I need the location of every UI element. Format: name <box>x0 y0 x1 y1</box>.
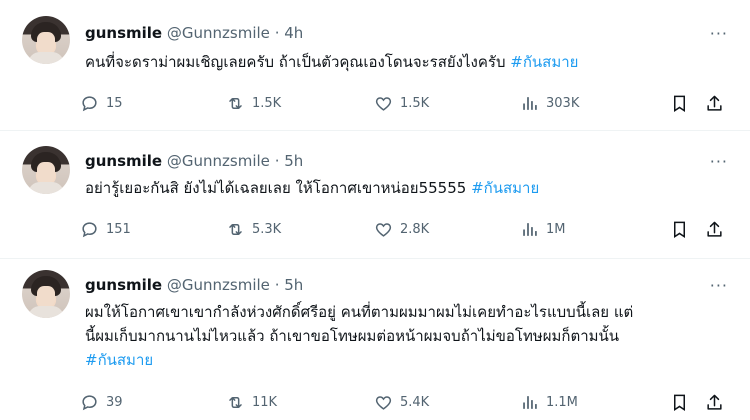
reply-count: 15 <box>106 95 123 111</box>
views-button[interactable]: 303K <box>520 92 579 114</box>
tweet-header: gunsmile @Gunnzsmile · 5h <box>85 152 303 170</box>
avatar[interactable] <box>22 146 70 194</box>
separator-dot: · <box>274 276 280 294</box>
views-count: 303K <box>546 95 580 111</box>
action-bar: 39 11K 5.4K 1.1M <box>80 391 730 415</box>
more-options-icon[interactable]: ··· <box>710 24 728 43</box>
bookmark-button[interactable] <box>670 92 696 114</box>
reply-icon <box>82 221 97 237</box>
bookmark-button[interactable] <box>670 391 696 413</box>
share-icon <box>707 221 722 237</box>
retweet-count: 5.3K <box>252 221 282 237</box>
tweet[interactable]: gunsmile @Gunnzsmile · 4h ··· คนที่จะดรา… <box>0 0 750 131</box>
timestamp[interactable]: 5h <box>284 276 303 294</box>
retweet-icon <box>229 97 242 109</box>
heart-icon <box>375 395 392 410</box>
more-options-icon[interactable]: ··· <box>710 276 728 295</box>
tweet-body-line: นี้ผมเก็บมากนานไม่ไหวแล้ว ถ้าเขาขอโทษผมต… <box>85 327 620 345</box>
retweet-button[interactable]: 1.5K <box>226 92 281 114</box>
timestamp[interactable]: 4h <box>284 24 303 42</box>
tweet-text: อย่ารู้เยอะกันสิ ยังไม่ได้เฉลยเลย ให้โอก… <box>85 176 725 200</box>
display-name[interactable]: gunsmile <box>85 152 162 170</box>
retweet-button[interactable]: 5.3K <box>226 218 281 240</box>
tweet-body-line: ผมให้โอกาศเขาเขากำลังห่วงศักดิ์ศรีอยู่ ค… <box>85 303 634 321</box>
views-chart-icon <box>523 395 537 409</box>
reply-count: 151 <box>106 221 131 237</box>
share-icon <box>707 95 722 111</box>
like-button[interactable]: 2.8K <box>374 218 429 240</box>
separator-dot: · <box>274 152 280 170</box>
retweet-icon <box>229 223 242 235</box>
heart-icon <box>375 222 392 237</box>
reply-icon <box>82 394 97 410</box>
views-button[interactable]: 1.1M <box>520 391 578 413</box>
bookmark-icon <box>673 95 686 112</box>
tweet-header: gunsmile @Gunnzsmile · 4h <box>85 24 303 42</box>
tweet[interactable]: gunsmile @Gunnzsmile · 5h ··· อย่ารู้เยอ… <box>0 130 750 259</box>
like-count: 5.4K <box>400 394 430 410</box>
bookmark-icon <box>673 221 686 238</box>
views-button[interactable]: 1M <box>520 218 566 240</box>
like-button[interactable]: 5.4K <box>374 391 429 413</box>
hashtag-link[interactable]: #กันสมาย <box>85 348 725 372</box>
reply-button[interactable]: 39 <box>80 391 123 413</box>
retweet-icon <box>229 396 242 408</box>
reply-icon <box>82 95 97 111</box>
tweet-text: ผมให้โอกาศเขาเขากำลังห่วงศักดิ์ศรีอยู่ ค… <box>85 300 725 372</box>
hashtag-link[interactable]: #กันสมาย <box>471 179 539 197</box>
display-name[interactable]: gunsmile <box>85 276 162 294</box>
reply-button[interactable]: 151 <box>80 218 131 240</box>
like-count: 1.5K <box>400 95 430 111</box>
tweet[interactable]: gunsmile @Gunnzsmile · 5h ··· ผมให้โอกาศ… <box>0 258 750 420</box>
share-button[interactable] <box>705 218 731 240</box>
heart-icon <box>375 96 392 111</box>
hashtag-link[interactable]: #กันสมาย <box>510 53 578 71</box>
user-handle[interactable]: @Gunnzsmile <box>167 24 270 42</box>
share-button[interactable] <box>705 391 731 413</box>
tweet-text: คนที่จะดราม่าผมเชิญเลยครับ ถ้าเป็นตัวคุณ… <box>85 50 725 74</box>
separator-dot: · <box>274 24 280 42</box>
tweet-header: gunsmile @Gunnzsmile · 5h <box>85 276 303 294</box>
views-chart-icon <box>523 96 537 110</box>
retweet-count: 11K <box>252 394 278 410</box>
like-count: 2.8K <box>400 221 430 237</box>
reply-count: 39 <box>106 394 123 410</box>
retweet-button[interactable]: 11K <box>226 391 277 413</box>
avatar[interactable] <box>22 16 70 64</box>
timestamp[interactable]: 5h <box>284 152 303 170</box>
share-icon <box>707 394 722 410</box>
like-button[interactable]: 1.5K <box>374 92 429 114</box>
views-count: 1M <box>546 221 566 237</box>
action-bar: 151 5.3K 2.8K 1M <box>80 218 730 242</box>
avatar[interactable] <box>22 270 70 318</box>
retweet-count: 1.5K <box>252 95 282 111</box>
reply-button[interactable]: 15 <box>80 92 123 114</box>
display-name[interactable]: gunsmile <box>85 24 162 42</box>
tweet-body: อย่ารู้เยอะกันสิ ยังไม่ได้เฉลยเลย ให้โอก… <box>85 179 467 197</box>
action-bar: 15 1.5K 1.5K 303K <box>80 92 730 116</box>
share-button[interactable] <box>705 92 731 114</box>
views-chart-icon <box>523 222 537 236</box>
more-options-icon[interactable]: ··· <box>710 152 728 171</box>
bookmark-icon <box>673 394 686 411</box>
tweet-body: คนที่จะดราม่าผมเชิญเลยครับ ถ้าเป็นตัวคุณ… <box>85 53 506 71</box>
user-handle[interactable]: @Gunnzsmile <box>167 152 270 170</box>
bookmark-button[interactable] <box>670 218 696 240</box>
user-handle[interactable]: @Gunnzsmile <box>167 276 270 294</box>
views-count: 1.1M <box>546 394 578 410</box>
